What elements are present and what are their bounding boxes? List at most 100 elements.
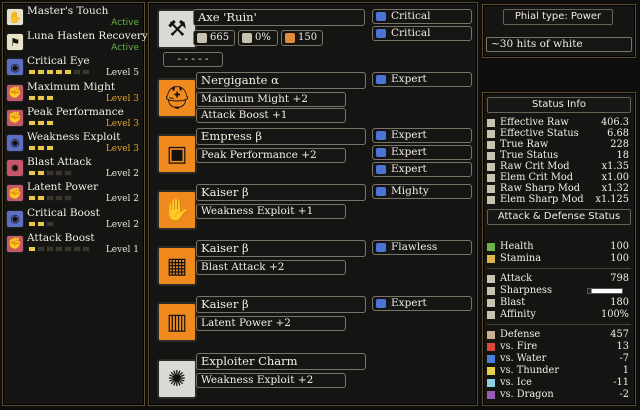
gauntlet-icon: ✋	[6, 8, 24, 26]
armor-name[interactable]: Exploiter Charm	[196, 353, 366, 370]
weapon-deco-1[interactable]: Critical	[372, 26, 472, 41]
status-row: vs. Fire 13	[485, 341, 633, 352]
status-row: Effective Raw 406.3	[485, 117, 633, 128]
status-row: vs. Water -7	[485, 353, 633, 364]
affinity-icon	[242, 33, 252, 43]
skill-level-pips	[28, 245, 90, 252]
sharpness-bar	[587, 287, 623, 294]
armor-name[interactable]: Empress β	[196, 128, 366, 145]
skill-pip	[46, 245, 54, 252]
eye-icon: ◉	[6, 58, 24, 77]
deco-gem-icon	[376, 165, 386, 174]
skill-pip	[37, 94, 45, 101]
skill-row[interactable]: ✊ Maximum Might Level 3	[6, 80, 141, 107]
sword-icon	[487, 162, 495, 171]
armor-name[interactable]: Kaiser β	[196, 184, 366, 201]
health-icon	[487, 242, 495, 251]
skill-pip	[46, 220, 54, 227]
skill-row[interactable]: ✊ Attack Boost Level 1	[6, 232, 141, 258]
deco-gem-icon	[376, 187, 386, 196]
skill-level: Level 3	[105, 93, 139, 104]
status-row: Effective Status 6.68	[485, 128, 633, 139]
skill-pip	[37, 170, 45, 177]
skill-pip	[46, 170, 54, 177]
skill-row[interactable]: ◉ Weakness Exploit Level 3	[6, 131, 141, 157]
fist-icon: ✊	[6, 108, 24, 127]
skill-pip	[46, 144, 54, 151]
armor-name[interactable]: Kaiser β	[196, 296, 366, 313]
weapon-deco-slot[interactable]: - - - - -	[163, 52, 223, 67]
deco-gem-icon	[376, 148, 386, 157]
skill-level-pips	[28, 119, 54, 126]
skill-pip	[73, 69, 81, 76]
thunder-icon	[487, 366, 495, 375]
armor-decoration[interactable]: Expert	[372, 128, 472, 143]
skill-name: Maximum Might	[27, 80, 116, 93]
weapon-attack: 665	[193, 30, 235, 46]
weapon-deco-0[interactable]: Critical	[372, 9, 472, 24]
armor-decoration[interactable]: Expert	[372, 72, 472, 87]
skill-pip	[46, 119, 54, 126]
status-row: True Raw 228	[485, 139, 633, 150]
blast-icon	[487, 298, 495, 307]
skill-row[interactable]: ✋ Master's Touch Active	[6, 6, 141, 31]
armor-name[interactable]: Kaiser β	[196, 240, 366, 257]
skill-level: Level 5	[105, 68, 139, 79]
status-value: 100	[610, 241, 629, 252]
status-row: Elem Sharp Mod x1.125	[485, 194, 633, 205]
fire-icon	[487, 342, 495, 351]
armor-skill: Blast Attack +2	[196, 260, 346, 275]
status-label: Effective Raw	[500, 117, 569, 128]
status-label: Elem Crit Mod	[500, 172, 574, 183]
skill-pip	[64, 69, 72, 76]
skill-level-pips	[28, 94, 54, 101]
weapon-affinity: 0%	[238, 30, 278, 46]
skill-row[interactable]: ✊ Peak Performance Level 3	[6, 106, 141, 132]
skill-row[interactable]: ✸ Blast Attack Level 2	[6, 157, 141, 182]
status-value: 100	[610, 253, 629, 264]
status-row: Defense 457	[485, 329, 633, 340]
switch-axe-icon: ⚒	[157, 9, 197, 49]
armor-skill: Maximum Might +2	[196, 92, 346, 107]
skill-pip	[28, 195, 36, 202]
status-label: Blast	[500, 297, 526, 308]
armor-decoration[interactable]: Flawless	[372, 240, 472, 255]
boot-icon: ⚑	[6, 33, 24, 52]
blast-element-icon	[285, 33, 295, 43]
skill-pip	[28, 220, 36, 227]
armor-decoration[interactable]: Mighty	[372, 184, 472, 199]
stamina-icon	[487, 254, 495, 263]
status-row: Attack 798	[485, 273, 633, 284]
status-value: x1.00	[601, 172, 629, 183]
phial-panel: Phial type: Power ~30 hits of white	[482, 4, 636, 58]
skill-name: Blast Attack	[27, 156, 92, 169]
sword-icon	[487, 274, 495, 283]
status-row: vs. Thunder 1	[485, 365, 633, 376]
divider	[487, 268, 631, 269]
status-row: Health 100	[485, 241, 633, 252]
armor-decoration[interactable]: Expert	[372, 145, 472, 160]
skill-level: Active	[111, 18, 139, 28]
skill-level: Level 3	[105, 118, 139, 129]
skill-level-pips	[28, 220, 54, 227]
armor-decoration[interactable]: Expert	[372, 162, 472, 177]
status-row: Raw Sharp Mod x1.32	[485, 183, 633, 194]
skill-row[interactable]: ◉ Critical Eye Level 5	[6, 56, 141, 81]
skill-pip	[82, 245, 90, 252]
status-label: vs. Thunder	[500, 365, 560, 376]
skill-level-pips	[28, 195, 72, 202]
skill-row[interactable]: ✊ Latent Power Level 2	[6, 182, 141, 207]
skill-pip	[55, 69, 63, 76]
deco-gem-icon	[376, 243, 386, 252]
skill-name: Critical Boost	[27, 206, 100, 219]
skill-pip	[37, 245, 45, 252]
sharpness-icon	[487, 286, 495, 295]
status-row: Stamina 100	[485, 253, 633, 264]
skill-row[interactable]: ⚑ Luna Hasten Recovery Active	[6, 31, 148, 56]
armor-decoration[interactable]: Expert	[372, 296, 472, 311]
weapon-name[interactable]: Axe 'Ruin'	[193, 9, 365, 26]
skill-level: Active	[111, 43, 139, 54]
skill-row[interactable]: ◉ Critical Boost Level 2	[6, 206, 141, 233]
status-label: Stamina	[500, 253, 542, 264]
armor-name[interactable]: Nergigante α	[196, 72, 366, 89]
